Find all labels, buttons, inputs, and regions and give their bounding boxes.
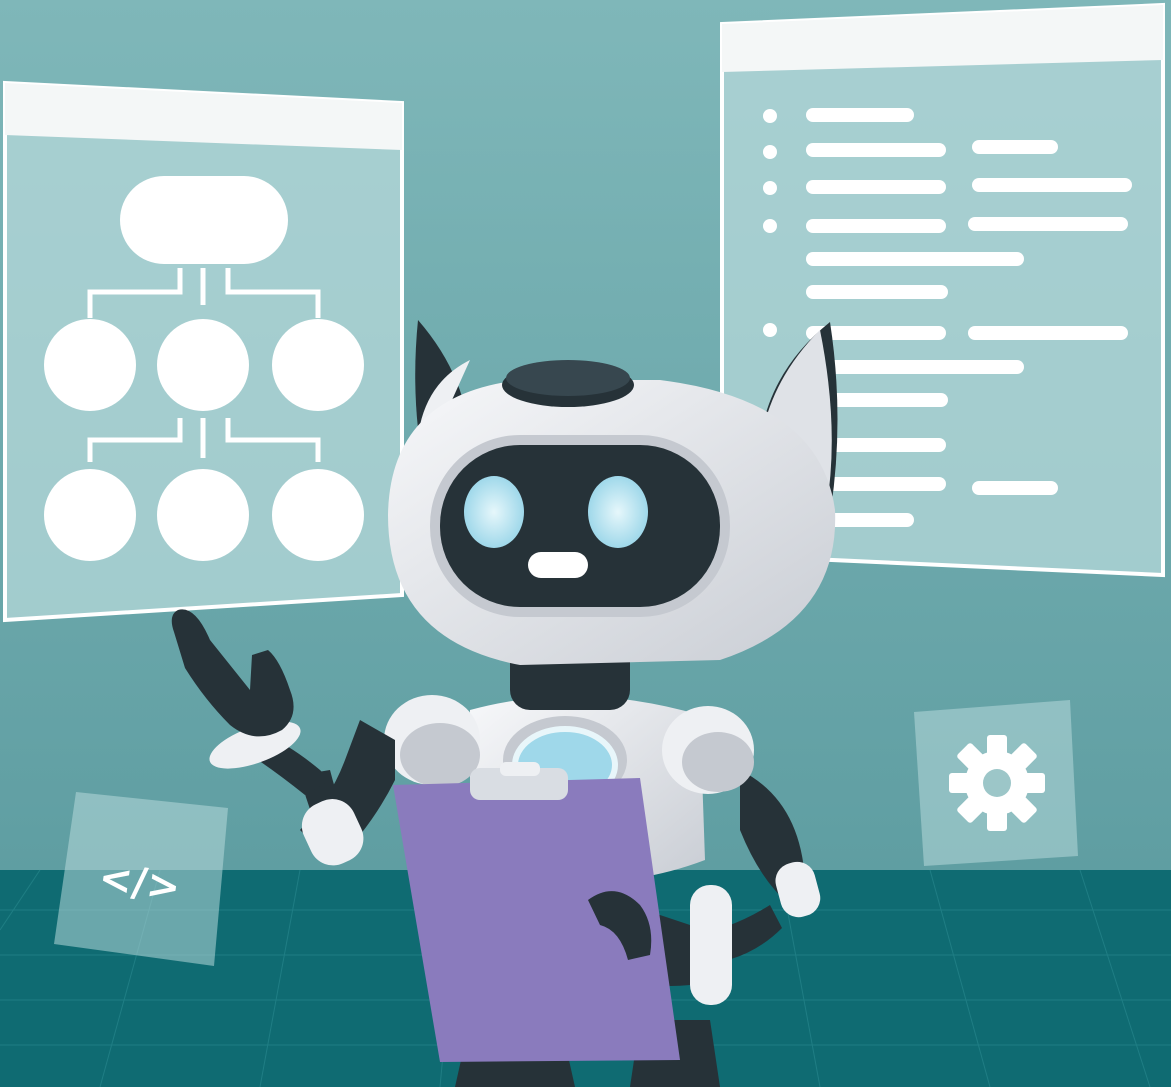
- gear-icon: [949, 735, 1045, 831]
- list-bullet: [763, 181, 777, 195]
- robot-left-eye: [464, 476, 524, 548]
- list-bullet: [763, 145, 777, 159]
- flowchart-node: [157, 319, 249, 411]
- illustration-canvas: </>: [0, 0, 1171, 1087]
- code-tile: </>: [54, 792, 228, 966]
- flowchart-node: [272, 319, 364, 411]
- flowchart-root-node: [120, 176, 288, 264]
- robot-right-eye: [588, 476, 648, 548]
- flowchart-node: [157, 469, 249, 561]
- flowchart-node: [44, 469, 136, 561]
- list-bullet: [763, 219, 777, 233]
- flowchart-node: [44, 319, 136, 411]
- flowchart-panel: [3, 80, 404, 623]
- gear-tile: [914, 700, 1078, 866]
- flowchart-node: [272, 469, 364, 561]
- robot-illustration: </>: [0, 0, 1171, 1087]
- list-bullet: [763, 323, 777, 337]
- list-bullet: [763, 109, 777, 123]
- robot-mouth: [528, 552, 588, 578]
